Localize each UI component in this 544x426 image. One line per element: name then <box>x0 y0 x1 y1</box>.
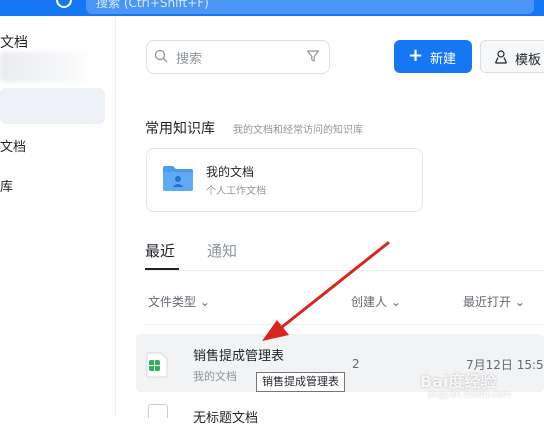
knowledge-card-description: 个人工作文档 <box>206 186 266 197</box>
template-button[interactable]: 模板 <box>480 40 544 73</box>
new-button-label: 新建 <box>430 52 457 67</box>
knowledge-section-title: 常用知识库 <box>145 121 215 137</box>
global-search-placeholder: 搜索 (Ctrl+Shift+F) <box>96 0 209 10</box>
tooltip: 销售提成管理表 <box>256 372 345 392</box>
column-filter-recent[interactable]: 最近打开 ⌄ <box>463 293 525 310</box>
column-filter-type[interactable]: 文件类型 ⌄ <box>148 293 210 310</box>
search-input[interactable] <box>146 40 330 74</box>
sidebar: 文档 文档 库 <box>0 16 116 416</box>
tab-notifications[interactable]: 通知 <box>207 240 237 261</box>
plus-icon: + <box>408 45 424 66</box>
sidebar-account-blurred <box>0 52 92 82</box>
sidebar-title: 文档 <box>0 35 28 51</box>
template-button-label: 模板 <box>515 53 542 68</box>
sidebar-item-docs[interactable]: 文档 <box>0 136 26 155</box>
divider <box>145 270 544 271</box>
new-button[interactable]: + 新建 <box>394 40 472 73</box>
knowledge-section-subtitle: 我的文档和经常访问的知识库 <box>233 125 363 136</box>
row-title[interactable]: 无标题文档 <box>193 407 258 426</box>
chevron-down-icon: ⌄ <box>390 295 401 309</box>
knowledge-card-name: 我的文档 <box>206 165 255 179</box>
search-icon <box>154 49 168 63</box>
column-type-label: 文件类型 <box>148 295 197 309</box>
column-recent-label: 最近打开 <box>463 295 512 309</box>
divider <box>145 324 544 325</box>
chevron-down-icon: ⌄ <box>199 295 210 309</box>
search-placeholder: 搜索 <box>176 52 203 67</box>
spreadsheet-icon <box>146 352 168 378</box>
sidebar-item-library[interactable]: 库 <box>0 176 13 195</box>
sidebar-item-home[interactable] <box>0 88 105 124</box>
template-icon <box>494 50 508 64</box>
watermark-url: jingyan.baidu.com <box>428 390 512 400</box>
column-creator-label: 创建人 <box>351 295 388 309</box>
chevron-down-icon: ⌄ <box>514 295 525 309</box>
row-location: 我的文档 <box>193 370 237 383</box>
filter-icon[interactable] <box>306 49 320 63</box>
column-filter-creator[interactable]: 创建人 ⌄ <box>351 293 401 310</box>
tab-recent[interactable]: 最近 <box>145 240 175 261</box>
folder-icon <box>163 166 193 191</box>
watermark-logo: Bai度经验 <box>420 372 497 391</box>
row-creator: 2 <box>352 357 360 371</box>
row-title[interactable]: 销售提成管理表 <box>193 345 284 364</box>
